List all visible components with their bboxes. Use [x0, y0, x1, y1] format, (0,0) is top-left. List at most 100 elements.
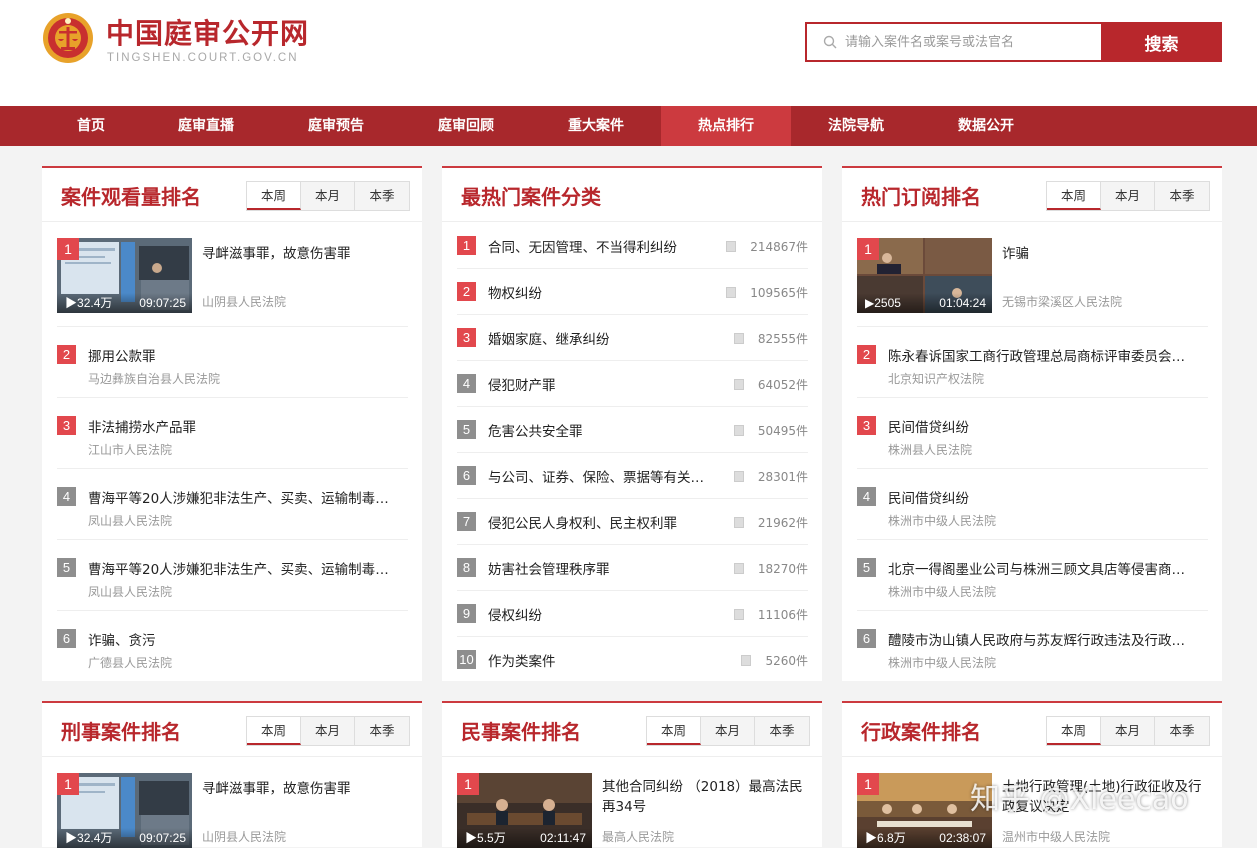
view-count: ▶32.4万 — [65, 831, 113, 845]
divider — [857, 326, 1208, 327]
category-count-value: 28301件 — [757, 470, 808, 484]
rank-badge: 4 — [857, 487, 876, 506]
case-court: 北京知识产权法院 — [888, 372, 985, 386]
video-meta: ▶5.5万 02:11:47 — [457, 828, 592, 848]
video-thumbnail[interactable]: 1 ▶32.4万 09:07:25 — [57, 773, 192, 848]
nav-major-cases[interactable]: 重大案件 — [531, 106, 661, 146]
category-name[interactable]: 妨害社会管理秩序罪 — [488, 558, 713, 578]
nav-preview[interactable]: 庭审预告 — [271, 106, 401, 146]
rank-badge: 5 — [857, 558, 876, 577]
top-case-title[interactable]: 其他合同纠纷 （2018）最高法民再34号 — [602, 777, 812, 817]
category-row[interactable]: 7 侵犯公民人身权利、民主权利罪 21962件 — [457, 499, 808, 545]
top-case-court: 无锡市梁溪区人民法院 — [1002, 295, 1123, 309]
document-icon — [733, 379, 744, 390]
case-title[interactable]: 北京一得阁墨业公司与株洲三顾文具店等侵害商标权纠纷 — [888, 558, 1198, 578]
category-row[interactable]: 8 妨害社会管理秩序罪 18270件 — [457, 545, 808, 591]
nav-review[interactable]: 庭审回顾 — [401, 106, 531, 146]
case-title[interactable]: 挪用公款罪 — [88, 345, 398, 365]
rank-badge: 9 — [457, 604, 476, 623]
view-count: ▶32.4万 — [65, 296, 113, 310]
top-case-title[interactable]: 寻衅滋事罪，故意伤害罪 — [202, 777, 407, 797]
case-title[interactable]: 民间借贷纠纷 — [888, 416, 1198, 436]
category-name[interactable]: 作为类案件 — [488, 650, 713, 670]
tab-month[interactable]: 本月 — [301, 182, 355, 210]
tab-week[interactable]: 本周 — [1047, 182, 1101, 210]
category-count-value: 64052件 — [757, 378, 808, 392]
video-duration: 09:07:25 — [139, 296, 186, 310]
category-name[interactable]: 物权纠纷 — [488, 282, 713, 302]
divider — [57, 468, 408, 469]
category-count: 21962件 — [733, 514, 808, 531]
tab-month[interactable]: 本月 — [1101, 182, 1155, 210]
case-title[interactable]: 醴陵市沩山镇人民政府与苏友辉行政违法及行政赔偿纠纷 — [888, 629, 1198, 649]
case-title[interactable]: 曹海平等20人涉嫌犯非法生产、买卖、运输制毒物品罪 — [88, 487, 398, 507]
nav-live[interactable]: 庭审直播 — [141, 106, 271, 146]
tab-season[interactable]: 本季 — [1155, 182, 1209, 210]
category-count-value: 11106件 — [757, 608, 808, 622]
tab-season[interactable]: 本季 — [755, 717, 809, 745]
video-meta: ▶32.4万 09:07:25 — [57, 828, 192, 848]
tab-month[interactable]: 本月 — [1101, 717, 1155, 745]
rank-badge: 10 — [457, 650, 476, 669]
nav-court-guide[interactable]: 法院导航 — [791, 106, 921, 146]
tab-week[interactable]: 本周 — [247, 182, 301, 210]
tab-week[interactable]: 本周 — [647, 717, 701, 745]
video-thumbnail[interactable]: 1 ▶5.5万 02:11:47 — [457, 773, 592, 848]
view-count-value: 2505 — [874, 296, 901, 310]
video-thumbnail[interactable]: 1 ▶32.4万 09:07:25 — [57, 238, 192, 313]
site-title[interactable]: 中国庭审公开网 — [106, 12, 309, 52]
video-thumbnail[interactable]: 1 ▶2505 01:04:24 — [857, 238, 992, 313]
view-count-value: 5.5万 — [477, 831, 506, 845]
category-row[interactable]: 6 与公司、证券、保险、票据等有关的民事纠纷 28301件 — [457, 453, 808, 499]
category-row[interactable]: 4 侵犯财产罪 64052件 — [457, 361, 808, 407]
tab-month[interactable]: 本月 — [301, 717, 355, 745]
nav-home[interactable]: 首页 — [26, 106, 156, 146]
case-title[interactable]: 诈骗、贪污 — [88, 629, 398, 649]
category-row[interactable]: 9 侵权纠纷 11106件 — [457, 591, 808, 637]
main-nav: 首页 庭审直播 庭审预告 庭审回顾 重大案件 热点排行 法院导航 数据公开 — [0, 106, 1257, 146]
panel-title: 案件观看量排名 — [61, 185, 201, 209]
case-court: 株洲市中级人民法院 — [888, 585, 997, 599]
rank-badge: 1 — [457, 236, 476, 255]
tab-week[interactable]: 本周 — [1047, 717, 1101, 745]
search-input[interactable] — [845, 24, 1097, 60]
nav-data-open[interactable]: 数据公开 — [921, 106, 1051, 146]
top-case-title[interactable]: 诈骗 — [1002, 242, 1207, 262]
case-court: 凤山县人民法院 — [88, 514, 173, 528]
video-duration: 02:38:07 — [939, 831, 986, 845]
rank-badge: 6 — [457, 466, 476, 485]
case-title[interactable]: 陈永春诉国家工商行政管理总局商标评审委员会商标权无效宣告请求行政纠纷 — [888, 345, 1198, 365]
top-case-title[interactable]: 寻衅滋事罪，故意伤害罪 — [202, 242, 407, 262]
tab-season[interactable]: 本季 — [1155, 717, 1209, 745]
category-row[interactable]: 10 作为类案件 5260件 — [457, 637, 808, 683]
category-name[interactable]: 合同、无因管理、不当得利纠纷 — [488, 236, 713, 256]
case-title[interactable]: 非法捕捞水产品罪 — [88, 416, 398, 436]
search-button[interactable]: 搜索 — [1101, 22, 1222, 62]
panel-civil-ranking: 民事案件排名 本周 本月 本季 1 ▶5.5万 02:11:47 其他合同纠纷 … — [442, 701, 822, 848]
category-row[interactable]: 1 合同、无因管理、不当得利纠纷 214867件 — [457, 223, 808, 269]
rank-badge: 2 — [457, 282, 476, 301]
category-name[interactable]: 危害公共安全罪 — [488, 420, 713, 440]
category-name[interactable]: 婚姻家庭、继承纠纷 — [488, 328, 713, 348]
court-emblem-icon[interactable] — [42, 10, 94, 66]
nav-hot-ranking[interactable]: 热点排行 — [661, 106, 791, 146]
case-court: 株洲市中级人民法院 — [888, 656, 997, 670]
video-meta: ▶6.8万 02:38:07 — [857, 828, 992, 848]
view-count: ▶6.8万 — [865, 831, 906, 845]
divider — [857, 397, 1208, 398]
category-row[interactable]: 2 物权纠纷 109565件 — [457, 269, 808, 315]
category-name[interactable]: 与公司、证券、保险、票据等有关的民事纠纷 — [488, 466, 713, 486]
tab-month[interactable]: 本月 — [701, 717, 755, 745]
category-row[interactable]: 5 危害公共安全罪 50495件 — [457, 407, 808, 453]
tab-season[interactable]: 本季 — [355, 717, 409, 745]
category-name[interactable]: 侵权纠纷 — [488, 604, 713, 624]
category-name[interactable]: 侵犯财产罪 — [488, 374, 713, 394]
tab-week[interactable]: 本周 — [247, 717, 301, 745]
rank-badge: 6 — [57, 629, 76, 648]
category-name[interactable]: 侵犯公民人身权利、民主权利罪 — [488, 512, 713, 532]
category-row[interactable]: 3 婚姻家庭、继承纠纷 82555件 — [457, 315, 808, 361]
case-title[interactable]: 民间借贷纠纷 — [888, 487, 1198, 507]
document-icon — [733, 517, 744, 528]
tab-season[interactable]: 本季 — [355, 182, 409, 210]
case-title[interactable]: 曹海平等20人涉嫌犯非法生产、买卖、运输制毒物品罪 — [88, 558, 398, 578]
